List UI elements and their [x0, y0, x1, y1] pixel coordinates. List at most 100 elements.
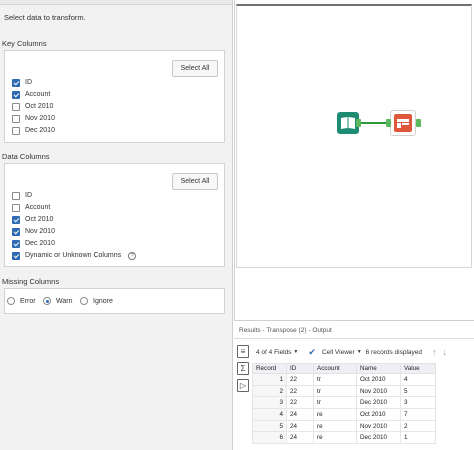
- results-table: Record ID Account Name Value 1 22 tr Oct…: [252, 363, 436, 445]
- table-cell: 1: [252, 373, 287, 386]
- checkbox[interactable]: [12, 227, 20, 236]
- output-anchor[interactable]: [416, 119, 421, 127]
- key-columns-select-all-button[interactable]: Select All: [172, 60, 218, 77]
- radio-button[interactable]: [43, 297, 51, 305]
- checkbox-label: Dec 2010: [25, 127, 55, 134]
- output-anchor[interactable]: [356, 119, 361, 127]
- results-panel: Results - Transpose (2) - Output ≡ Σ ▷ 4…: [234, 320, 474, 450]
- fields-dropdown[interactable]: 4 of 4 Fields ▼: [256, 349, 298, 356]
- help-icon[interactable]: ?: [128, 251, 137, 260]
- data-column-nov-2010[interactable]: Nov 2010: [12, 226, 55, 237]
- radio-button[interactable]: [80, 297, 88, 305]
- column-header-value[interactable]: Value: [400, 363, 436, 374]
- table-cell: Nov 2010: [356, 384, 401, 398]
- checkbox[interactable]: [12, 114, 20, 123]
- data-column-dec-2010[interactable]: Dec 2010: [12, 238, 55, 249]
- table-cell: tr: [313, 384, 357, 398]
- key-column-account[interactable]: Account: [12, 89, 50, 100]
- radio-button[interactable]: [7, 297, 15, 305]
- radio-error[interactable]: Error: [7, 296, 36, 306]
- table-cell: 24: [286, 408, 314, 421]
- missing-columns-group: [4, 288, 225, 314]
- key-columns-title: Key Columns: [2, 39, 47, 48]
- missing-columns-title: Missing Columns: [2, 277, 60, 286]
- checkbox-label: ID: [25, 192, 32, 199]
- results-toolbar: 4 of 4 Fields ▼ ✔ Cell Viewer ▼ 6 record…: [256, 345, 470, 359]
- data-columns-group: Select All ID Account Oct 2010 Nov 2010 …: [4, 163, 225, 267]
- table-cell: 7: [400, 408, 436, 421]
- checkbox-label: Account: [25, 91, 51, 98]
- results-title: Results - Transpose (2) - Output: [239, 327, 332, 334]
- arrow-up-icon[interactable]: ↑: [432, 347, 437, 357]
- checkbox[interactable]: [12, 203, 20, 212]
- column-header-account[interactable]: Account: [313, 363, 357, 374]
- checkbox[interactable]: [12, 239, 20, 248]
- table-row[interactable]: 5 24 re Nov 2010 2: [252, 419, 436, 433]
- table-cell: Oct 2010: [356, 373, 401, 386]
- radio-label: Error: [20, 297, 36, 305]
- radio-label: Ignore: [93, 297, 113, 305]
- data-column-oct-2010[interactable]: Oct 2010: [12, 214, 53, 225]
- checkbox[interactable]: [12, 251, 20, 260]
- results-divider: [234, 338, 474, 339]
- table-cell: re: [313, 431, 357, 445]
- table-row[interactable]: 3 22 tr Dec 2010 3: [252, 396, 436, 410]
- column-header-id[interactable]: ID: [286, 363, 314, 374]
- input-anchor[interactable]: [386, 119, 391, 127]
- checkbox[interactable]: [12, 102, 20, 111]
- table-cell: re: [313, 408, 357, 421]
- chevron-down-icon: ▼: [293, 349, 299, 355]
- column-header-name[interactable]: Name: [356, 363, 401, 374]
- table-cell: 3: [252, 396, 287, 410]
- instruction-text: Select data to transform.: [4, 13, 86, 22]
- table-cell: Dec 2010: [356, 396, 401, 410]
- checkbox-label: ID: [25, 79, 32, 86]
- checkbox[interactable]: [12, 191, 20, 200]
- table-cell: 6: [252, 431, 287, 445]
- key-column-oct-2010[interactable]: Oct 2010: [12, 101, 53, 112]
- viewer-label: Cell Viewer: [321, 348, 355, 356]
- radio-label: Warn: [56, 297, 73, 305]
- table-row[interactable]: 1 22 tr Oct 2010 4: [252, 373, 436, 386]
- table-cell: 2: [400, 419, 436, 433]
- results-side-toolbar: ≡ Σ ▷: [237, 345, 251, 396]
- key-column-dec-2010[interactable]: Dec 2010: [12, 125, 55, 136]
- canvas-frame: [236, 4, 472, 268]
- table-cell: re: [313, 419, 357, 433]
- column-header-record[interactable]: Record: [252, 363, 287, 374]
- table-cell: 3: [400, 396, 436, 410]
- checkbox-label: Oct 2010: [25, 103, 54, 110]
- table-row[interactable]: 4 24 re Oct 2010 7: [252, 408, 436, 421]
- table-cell: 22: [286, 396, 314, 410]
- table-row[interactable]: 6 24 re Dec 2010 1: [252, 431, 436, 445]
- table-row[interactable]: 2 22 tr Nov 2010 5: [252, 384, 436, 398]
- transpose-icon: [394, 114, 412, 132]
- table-cell: 22: [286, 384, 314, 398]
- data-icon[interactable]: ▷: [237, 379, 249, 392]
- checkmark-icon[interactable]: ✔: [308, 347, 316, 358]
- key-column-id[interactable]: ID: [12, 77, 32, 88]
- data-column-dynamic-unknown[interactable]: Dynamic or Unknown Columns ?: [12, 250, 137, 261]
- radio-warn[interactable]: Warn: [43, 296, 72, 306]
- data-column-id[interactable]: ID: [12, 190, 32, 201]
- arrow-down-icon[interactable]: ↓: [443, 347, 448, 357]
- data-columns-select-all-button[interactable]: Select All: [172, 173, 218, 190]
- checkbox[interactable]: [12, 90, 20, 99]
- table-view-icon[interactable]: ≡: [237, 345, 249, 358]
- table-cell: 24: [286, 419, 314, 433]
- table-cell: 2: [252, 384, 287, 398]
- sum-icon[interactable]: Σ: [237, 362, 249, 375]
- checkbox[interactable]: [12, 215, 20, 224]
- checkbox-label: Nov 2010: [25, 115, 55, 122]
- key-column-nov-2010[interactable]: Nov 2010: [12, 113, 55, 124]
- table-cell: Dec 2010: [356, 431, 401, 445]
- radio-ignore[interactable]: Ignore: [80, 296, 113, 306]
- chevron-down-icon: ▼: [356, 349, 362, 355]
- table-cell: 22: [286, 373, 314, 386]
- checkbox[interactable]: [12, 78, 20, 87]
- checkbox[interactable]: [12, 126, 20, 135]
- data-column-account[interactable]: Account: [12, 202, 50, 213]
- table-cell: 5: [252, 419, 287, 433]
- transpose-tool[interactable]: [390, 110, 416, 136]
- cell-viewer-dropdown[interactable]: Cell Viewer ▼: [322, 349, 362, 356]
